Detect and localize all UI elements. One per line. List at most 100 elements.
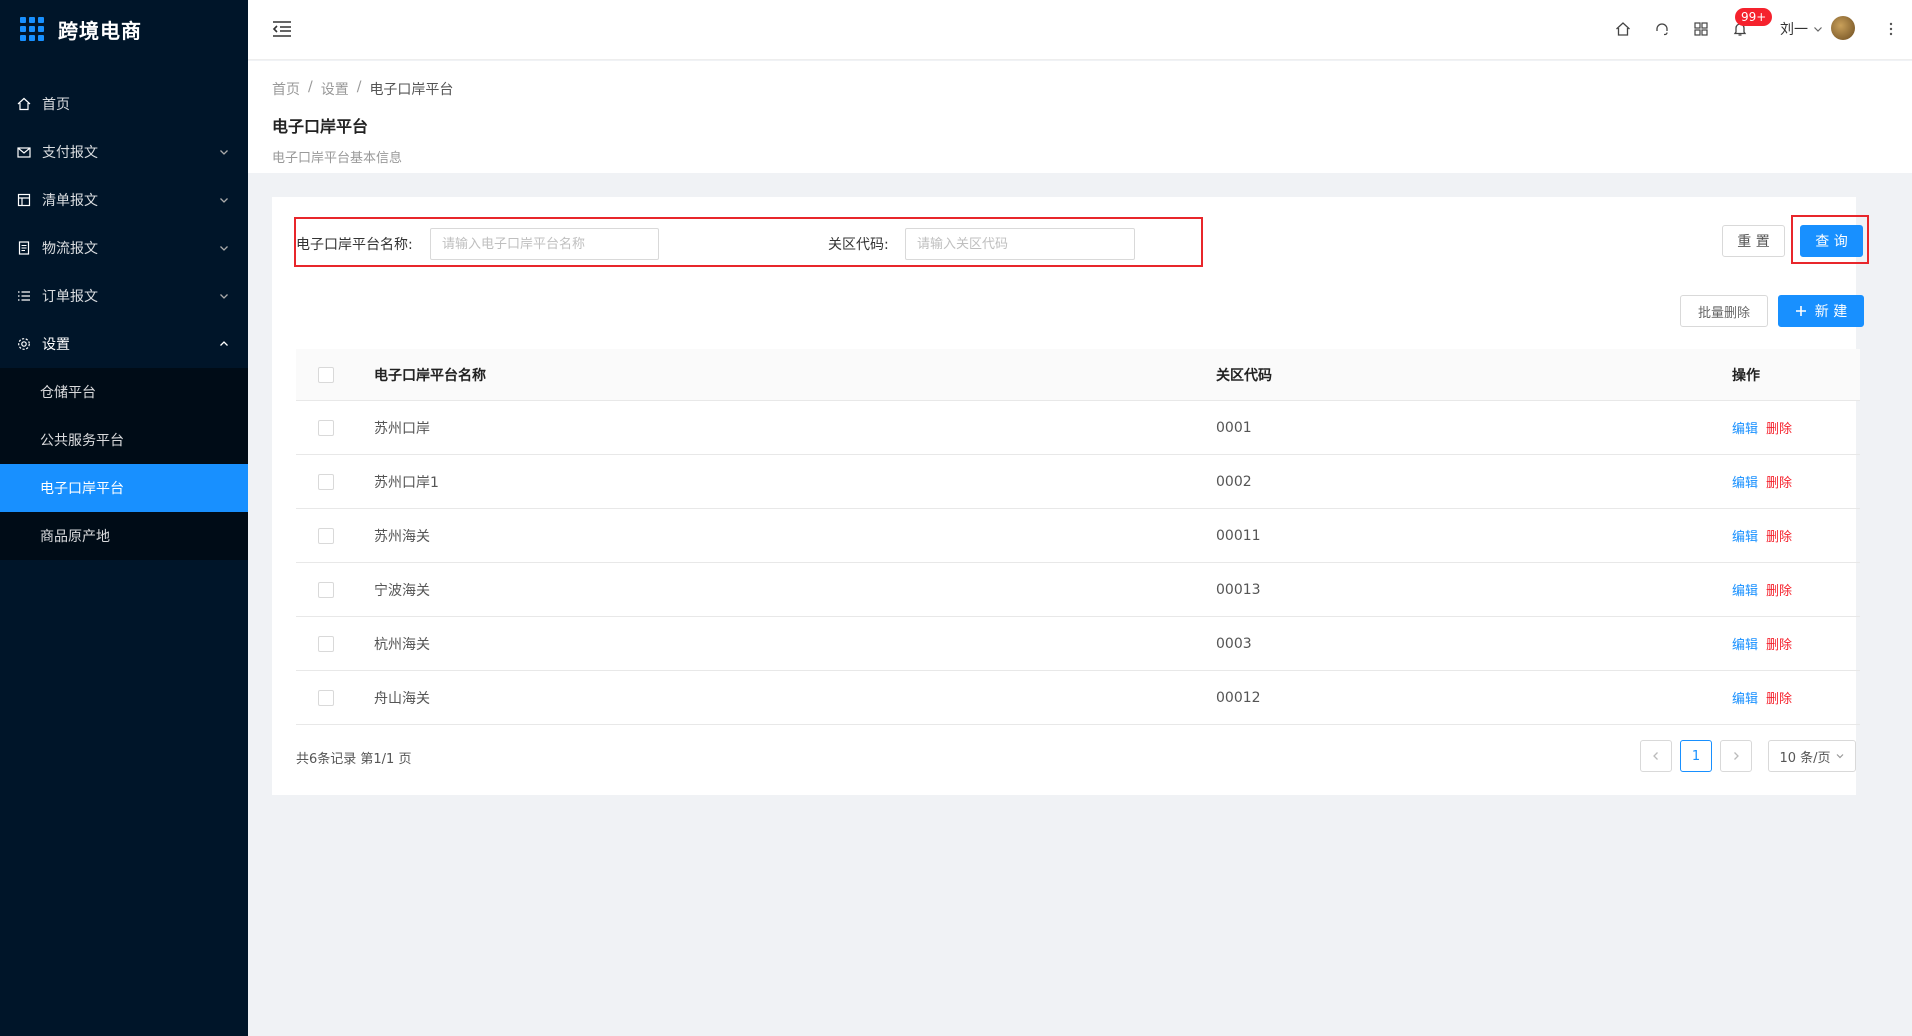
sidebar-item-payment[interactable]: 支付报文 [0,128,248,176]
breadcrumb-separator: / [308,79,313,95]
page-size-select[interactable]: 10 条/页 [1768,740,1856,772]
edit-link[interactable]: 编辑 [1732,472,1758,491]
prev-page-button[interactable] [1640,740,1672,772]
page-size-value: 10 条/页 [1779,750,1831,766]
cell-name: 舟山海关 [374,690,430,707]
select-all-checkbox[interactable] [318,366,334,383]
sidebar-item-label: 清单报文 [42,193,98,209]
cell-code: 00013 [1216,581,1261,598]
cell-code: 0003 [1216,635,1252,652]
page-subtitle: 电子口岸平台基本信息 [272,151,403,166]
sidebar: 跨境电商 首页 支付报文 清单报文 物流报文 订单报文 设置 仓储平台 公共服务… [0,0,248,1036]
new-button[interactable]: 新 建 [1778,295,1864,327]
chevron-down-icon [220,198,228,203]
name-search-input[interactable] [430,228,659,260]
mail-icon [16,144,32,160]
breadcrumb-current: 电子口岸平台 [369,82,454,98]
code-label: 关区代码: [828,237,889,253]
cell-code: 0001 [1216,419,1252,436]
breadcrumb: 首页 / 设置 / 电子口岸平台 [272,79,1912,99]
delete-link[interactable]: 删除 [1766,688,1792,707]
sidebar-item-orders[interactable]: 订单报文 [0,272,248,320]
table-row: 苏州口岸1 0002 编辑 删除 [296,455,1860,509]
row-checkbox[interactable] [318,473,334,490]
row-checkbox[interactable] [318,635,334,652]
notification-badge: 99+ [1735,8,1773,26]
column-header-name: 电子口岸平台名称 [374,367,486,384]
sidebar-item-label: 设置 [42,337,70,353]
batch-delete-button[interactable]: 批量删除 [1680,295,1768,327]
sidebar-item-label: 支付报文 [42,145,98,161]
sidebar-item-warehouse[interactable]: 仓储平台 [0,368,248,416]
user-menu[interactable]: 刘一 [1780,19,1824,39]
plus-icon [1795,306,1806,316]
edit-link[interactable]: 编辑 [1732,526,1758,545]
support-icon[interactable] [1652,19,1672,39]
home-icon[interactable] [1613,19,1633,39]
chevron-down-icon [1814,27,1822,32]
table-header-row: 电子口岸平台名称 关区代码 操作 [296,349,1860,401]
cell-name: 宁波海关 [374,582,430,599]
cell-name: 苏州口岸1 [374,474,439,491]
edit-link[interactable]: 编辑 [1732,418,1758,437]
cell-name: 苏州口岸 [374,420,430,437]
chevron-down-icon [220,150,228,155]
query-button[interactable]: 查 询 [1800,225,1863,257]
content-card: 电子口岸平台名称: 关区代码: 重 置 查 询 批量删除 新 建 电子口岸平台名… [272,197,1869,795]
sidebar-item-settings[interactable]: 设置 [0,320,248,368]
column-header-code: 关区代码 [1216,367,1272,384]
sidebar-item-label: 物流报文 [42,241,98,257]
table-row: 舟山海关 00012 编辑 删除 [296,671,1860,725]
cell-name: 苏州海关 [374,528,430,545]
apps-grid-icon [20,17,44,41]
table-row: 杭州海关 0003 编辑 删除 [296,617,1860,671]
delete-link[interactable]: 删除 [1766,526,1792,545]
chevron-down-icon [1836,754,1843,759]
delete-link[interactable]: 删除 [1766,472,1792,491]
list-icon [16,192,32,208]
app-logo[interactable]: 跨境电商 [0,0,248,58]
search-form: 电子口岸平台名称: 关区代码: [294,217,1203,267]
delete-link[interactable]: 删除 [1766,580,1792,599]
row-checkbox[interactable] [318,419,334,436]
row-checkbox[interactable] [318,581,334,598]
edit-link[interactable]: 编辑 [1732,688,1758,707]
sidebar-item-label: 订单报文 [42,289,98,305]
sidebar-item-home[interactable]: 首页 [0,80,248,128]
delete-link[interactable]: 删除 [1766,634,1792,653]
sidebar-item-logistics[interactable]: 物流报文 [0,224,248,272]
table-row: 宁波海关 00013 编辑 删除 [296,563,1860,617]
column-header-ops: 操作 [1732,367,1760,384]
delete-link[interactable]: 删除 [1766,418,1792,437]
breadcrumb-home[interactable]: 首页 [272,79,300,99]
more-vertical-icon[interactable] [1888,19,1894,39]
edit-link[interactable]: 编辑 [1732,634,1758,653]
breadcrumb-separator: / [356,79,362,95]
top-header: 99+ 刘一 [248,0,1912,60]
bullets-icon [16,288,32,304]
edit-link[interactable]: 编辑 [1732,580,1758,599]
sidebar-item-public-service[interactable]: 公共服务平台 [0,416,248,464]
sidebar-item-e-port[interactable]: 电子口岸平台 [0,464,248,512]
page-number-button[interactable]: 1 [1680,740,1712,772]
row-checkbox[interactable] [318,689,334,706]
code-search-input[interactable] [905,228,1135,260]
row-checkbox[interactable] [318,527,334,544]
gear-icon [16,336,32,352]
new-button-label: 新 建 [1814,304,1848,320]
table-row: 苏州口岸 0001 编辑 删除 [296,401,1860,455]
cell-code: 0002 [1216,473,1252,490]
reset-button[interactable]: 重 置 [1722,225,1785,257]
name-label: 电子口岸平台名称: [296,237,413,253]
breadcrumb-settings[interactable]: 设置 [321,79,349,99]
sidebar-item-manifest[interactable]: 清单报文 [0,176,248,224]
next-page-button[interactable] [1720,740,1752,772]
avatar[interactable] [1831,16,1855,40]
chevron-left-icon [1653,752,1658,760]
doc-icon [16,240,32,256]
chevron-down-icon [220,246,228,251]
menu-fold-icon[interactable] [272,20,292,38]
apps-icon[interactable] [1691,19,1711,39]
sidebar-item-origin[interactable]: 商品原产地 [0,512,248,560]
cell-code: 00011 [1216,527,1261,544]
